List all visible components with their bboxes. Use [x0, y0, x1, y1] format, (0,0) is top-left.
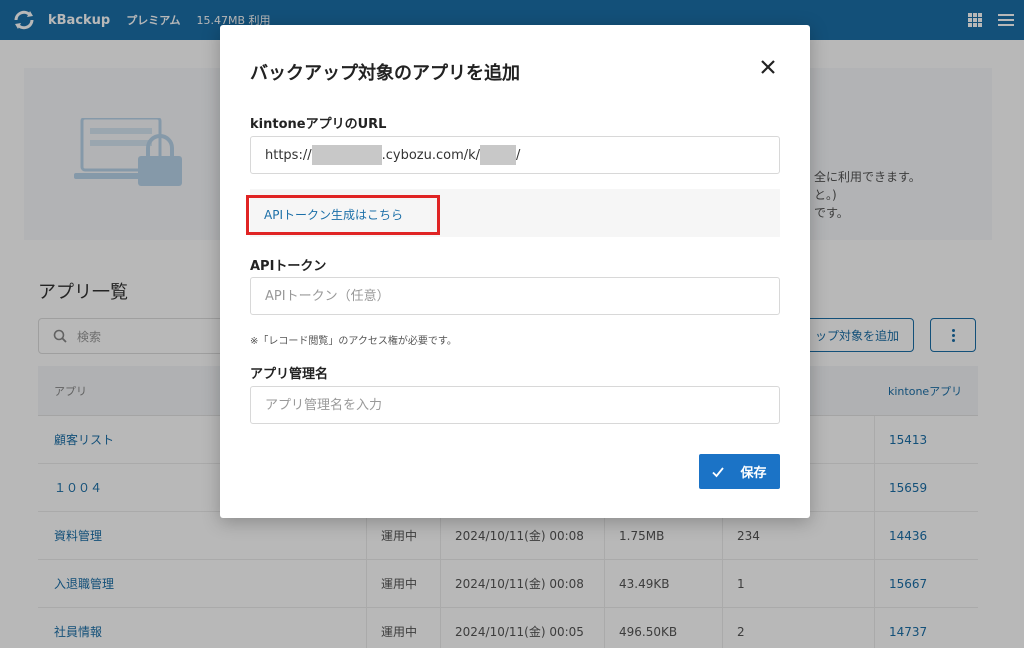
dialog-title: バックアップ対象のアプリを追加 — [250, 63, 520, 84]
app-name-input[interactable] — [250, 386, 780, 424]
check-icon — [712, 466, 725, 477]
api-token-label: APIトークン — [250, 259, 327, 274]
redacted-app-id — [480, 145, 517, 165]
url-prefix: https:// — [265, 147, 312, 163]
url-middle: .cybozu.com/k/ — [381, 147, 481, 163]
url-label: kintoneアプリのURL — [250, 117, 387, 132]
save-button[interactable]: 保存 — [699, 454, 780, 489]
url-suffix: / — [516, 147, 521, 163]
save-label: 保存 — [740, 466, 767, 481]
app-name-label: アプリ管理名 — [250, 367, 329, 382]
api-token-generate-link[interactable]: APIトークン生成はこちら — [264, 206, 403, 223]
close-icon[interactable] — [758, 59, 778, 79]
permission-note: ※「レコード閲覧」のアクセス権が必要です。 — [250, 336, 457, 347]
api-token-input[interactable] — [250, 277, 780, 315]
redacted-subdomain — [311, 145, 382, 165]
add-app-dialog: バックアップ対象のアプリを追加 kintoneアプリのURL https:// … — [220, 25, 810, 518]
url-field[interactable]: https:// .cybozu.com/k/ / — [250, 136, 780, 174]
